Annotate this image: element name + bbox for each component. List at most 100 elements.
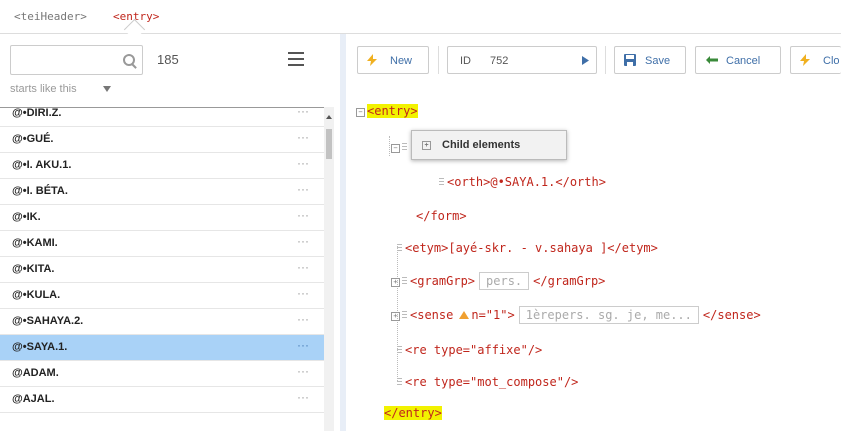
drag-handle-icon[interactable]: [402, 143, 407, 152]
more-icon[interactable]: ···: [297, 182, 309, 196]
search-input[interactable]: [10, 45, 143, 75]
etym-node[interactable]: <etym>[ayé-skr. - v.sahaya ]</etym>: [397, 241, 658, 255]
clone-button-label: Clo: [823, 55, 840, 67]
search-icon[interactable]: [123, 54, 135, 66]
list-item-label: @•GUÉ.: [12, 133, 54, 145]
expand-icon[interactable]: +: [391, 278, 400, 287]
list-item-label: @•I. AKU.1.: [12, 159, 72, 171]
sense-open-tag: <sense: [410, 308, 454, 322]
more-icon[interactable]: ···: [297, 390, 309, 404]
collapse-icon[interactable]: −: [391, 144, 400, 153]
result-count: 185: [157, 52, 179, 67]
more-icon[interactable]: ···: [297, 286, 309, 300]
more-icon[interactable]: ···: [297, 234, 309, 248]
re-affixe-element: <re type="affixe"/>: [405, 343, 543, 357]
sense-close-tag: </sense>: [702, 308, 761, 322]
drag-handle-icon[interactable]: [402, 311, 407, 320]
breadcrumb-item-teiheader[interactable]: <teiHeader>: [14, 10, 87, 23]
more-icon[interactable]: ···: [297, 364, 309, 378]
child-elements-label: Child elements: [442, 139, 521, 151]
cancel-button[interactable]: Cancel: [695, 46, 781, 74]
list-item-selected[interactable]: @•SAYA.1. ···: [0, 335, 324, 361]
entry-open-node[interactable]: − <entry>: [356, 104, 418, 118]
save-button[interactable]: Save: [614, 46, 686, 74]
list-item[interactable]: @•KITA. ···: [0, 257, 324, 283]
chevron-down-icon[interactable]: [103, 86, 111, 92]
entry-list-panel: 185 starts like this @•DIRI.Z. ··· @•GUÉ.…: [0, 34, 346, 431]
child-elements-popup[interactable]: + Child elements: [411, 130, 567, 160]
id-value: 752: [490, 55, 509, 67]
re-mot-compose-node[interactable]: <re type="mot_compose"/>: [397, 375, 578, 389]
more-icon[interactable]: ···: [297, 338, 309, 352]
play-icon[interactable]: [582, 56, 589, 65]
gramgrp-value-input[interactable]: pers.: [479, 272, 530, 290]
drag-handle-icon[interactable]: [397, 378, 402, 387]
list-item[interactable]: @•SAHAYA.2. ···: [0, 309, 324, 335]
new-button[interactable]: New: [357, 46, 429, 74]
list-item[interactable]: @•DIRI.Z. ···: [0, 107, 324, 127]
list-item-label: @•SAHAYA.2.: [12, 315, 84, 327]
list-item-label: @•I. BÉTA.: [12, 185, 68, 197]
more-icon[interactable]: ···: [297, 156, 309, 170]
list-item[interactable]: @AJAL. ···: [0, 387, 324, 413]
list-item[interactable]: @•KAMI. ···: [0, 231, 324, 257]
more-icon[interactable]: ···: [297, 312, 309, 326]
expand-icon[interactable]: +: [422, 141, 431, 150]
gramgrp-node[interactable]: + <gramGrp> pers. </gramGrp>: [391, 272, 605, 290]
id-field[interactable]: ID 752: [447, 46, 597, 74]
list-item[interactable]: @•KULA. ···: [0, 283, 324, 309]
new-button-label: New: [390, 55, 413, 67]
form-close-node: </form>: [416, 209, 467, 223]
gramgrp-open-tag: <gramGrp>: [410, 274, 476, 288]
more-icon[interactable]: ···: [297, 130, 309, 144]
save-button-label: Save: [645, 55, 671, 67]
etym-element: <etym>[ayé-skr. - v.sahaya ]</etym>: [405, 241, 658, 255]
drag-handle-icon[interactable]: [439, 178, 444, 187]
list-item-label: @•DIRI.Z.: [12, 107, 62, 119]
id-label: ID: [460, 55, 471, 67]
form-close-tag: </form>: [416, 209, 467, 223]
more-icon[interactable]: ···: [297, 208, 309, 222]
orth-node[interactable]: <orth>@•SAYA.1.</orth>: [439, 175, 606, 189]
sense-node[interactable]: + <sense n="1"> 1èrepers. sg. je, me... </se…: [391, 306, 761, 324]
list-view-icon[interactable]: [288, 52, 304, 70]
list-scrollbar[interactable]: [324, 107, 334, 431]
scroll-up-icon[interactable]: [326, 115, 332, 119]
drag-handle-icon[interactable]: [397, 244, 402, 253]
floppy-disk-icon: [624, 54, 636, 66]
drag-handle-icon[interactable]: [397, 346, 402, 355]
list-item-label: @AJAL.: [12, 393, 55, 405]
list-item-label: @•KAMI.: [12, 237, 58, 249]
re-affixe-node[interactable]: <re type="affixe"/>: [397, 343, 542, 357]
lightning-icon: [800, 54, 810, 66]
expand-icon[interactable]: +: [391, 312, 400, 321]
more-icon[interactable]: ···: [297, 108, 309, 118]
list-item[interactable]: @ADAM. ···: [0, 361, 324, 387]
entry-close-node: </entry>: [384, 406, 442, 420]
re-mot-compose-element: <re type="mot_compose"/>: [405, 375, 579, 389]
list-item-label: @•IK.: [12, 211, 41, 223]
drag-handle-icon[interactable]: [402, 277, 407, 286]
list-item-label: @•SAYA.1.: [12, 341, 68, 353]
list-item[interactable]: @•IK. ···: [0, 205, 324, 231]
entry-close-tag: </entry>: [384, 406, 442, 420]
list-item[interactable]: @•GUÉ. ···: [0, 127, 324, 153]
filter-mode-select[interactable]: starts like this: [10, 83, 77, 95]
list-item-label: @ADAM.: [12, 367, 59, 379]
sense-value-input[interactable]: 1èrepers. sg. je, me...: [518, 306, 699, 324]
toolbar-divider: [605, 46, 606, 74]
sense-attribute: n="1">: [471, 308, 515, 322]
orth-element: <orth>@•SAYA.1.</orth>: [447, 175, 606, 189]
scrollbar-thumb[interactable]: [326, 129, 332, 159]
more-icon[interactable]: ···: [297, 260, 309, 274]
warning-icon: [459, 311, 470, 319]
list-item[interactable]: @•I. AKU.1. ···: [0, 153, 324, 179]
arrow-left-icon: [706, 56, 718, 64]
entry-list: @•DIRI.Z. ··· @•GUÉ. ··· @•I. AKU.1. ··· @•…: [0, 107, 324, 432]
collapse-icon[interactable]: −: [356, 108, 365, 117]
list-item[interactable]: @•I. BÉTA. ···: [0, 179, 324, 205]
form-node[interactable]: −: [391, 140, 410, 154]
cancel-button-label: Cancel: [726, 55, 761, 67]
clone-button[interactable]: Clo: [790, 46, 841, 74]
list-item-label: @•KITA.: [12, 263, 55, 275]
